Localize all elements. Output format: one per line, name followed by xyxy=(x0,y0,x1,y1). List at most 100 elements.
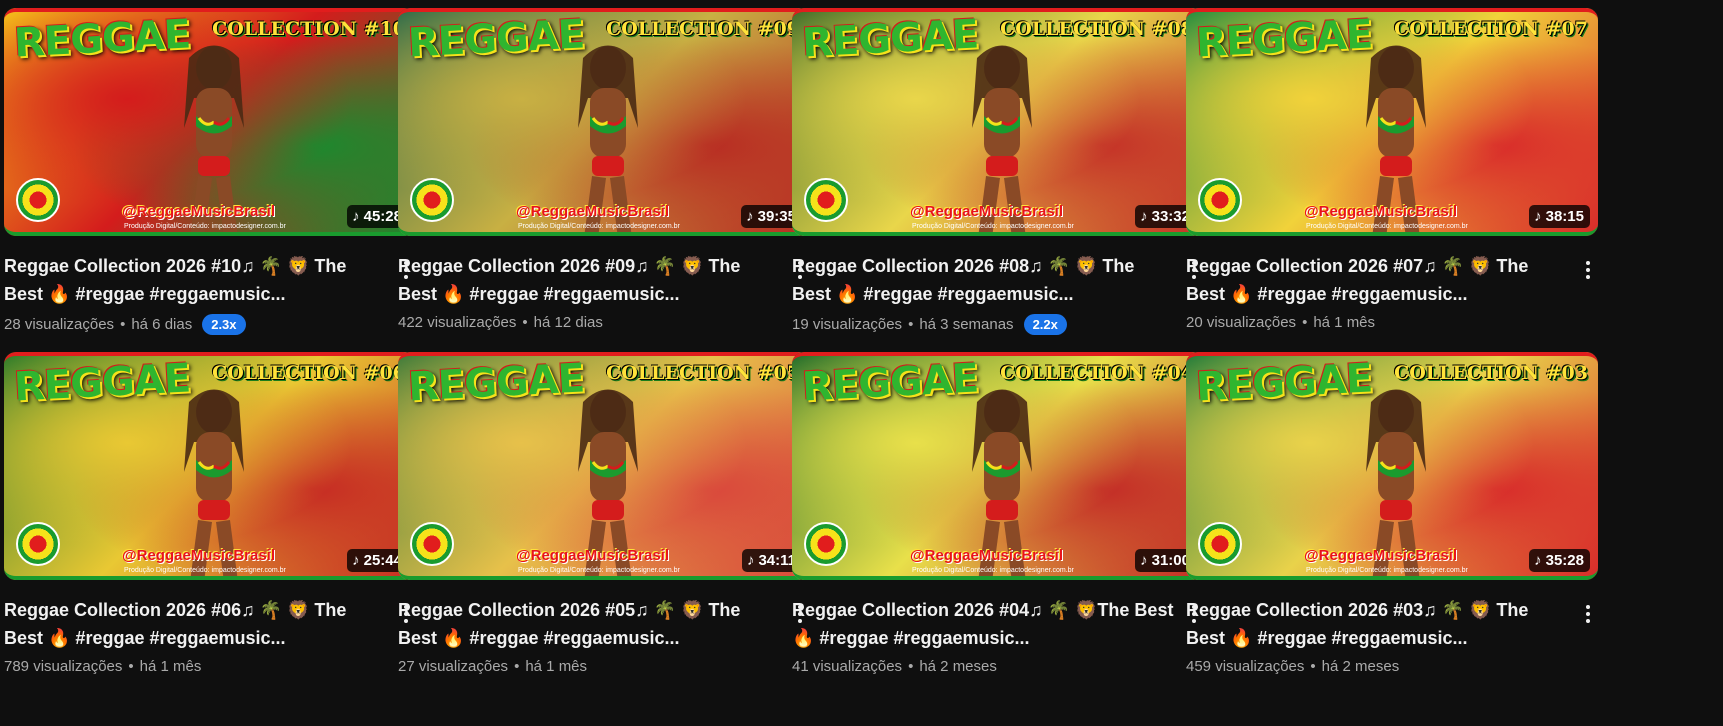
video-title[interactable]: Reggae Collection 2026 #04♫ 🌴 🦁The Best … xyxy=(792,596,1176,652)
video-title[interactable]: Reggae Collection 2026 #09♫ 🌴 🦁 The Best… xyxy=(398,252,782,308)
separator-dot: • xyxy=(1310,658,1316,675)
reggae-logo: REGGAE xyxy=(12,355,192,411)
video-title[interactable]: Reggae Collection 2026 #10♫ 🌴 🦁 The Best… xyxy=(4,252,388,308)
upload-age: há 1 mês xyxy=(525,658,588,675)
credit-watermark: Produção Digital/Conteúdo: impactodesign… xyxy=(124,223,286,230)
video-thumbnail[interactable]: REGGAE COLLECTION #09 @ReggaeMusicBrasil… xyxy=(398,8,810,236)
music-note-icon: ♪ xyxy=(1140,208,1148,225)
video-card-6: REGGAE COLLECTION #05 @ReggaeMusicBrasil… xyxy=(398,352,810,675)
music-note-icon: ♪ xyxy=(352,552,360,569)
duration-badge: ♪ 35:28 xyxy=(1529,549,1590,572)
reggae-logo: REGGAE xyxy=(1194,11,1374,67)
channel-watermark: @ReggaeMusicBrasil xyxy=(516,203,670,220)
video-title[interactable]: Reggae Collection 2026 #03♫ 🌴 🦁 The Best… xyxy=(1186,596,1570,652)
duration-text: 35:28 xyxy=(1545,552,1584,569)
collection-tag: COLLECTION #09 xyxy=(606,18,800,40)
video-card-8: REGGAE COLLECTION #03 @ReggaeMusicBrasil… xyxy=(1186,352,1598,675)
video-card-3: REGGAE COLLECTION #08 @ReggaeMusicBrasil… xyxy=(792,8,1204,335)
video-thumbnail[interactable]: REGGAE COLLECTION #03 @ReggaeMusicBrasil… xyxy=(1186,352,1598,580)
video-thumbnail[interactable]: REGGAE COLLECTION #10 @ReggaeMusicBrasil… xyxy=(4,8,416,236)
video-card-7: REGGAE COLLECTION #04 @ReggaeMusicBrasil… xyxy=(792,352,1204,675)
channel-badge-icon xyxy=(1198,522,1242,566)
duration-text: 31:00 xyxy=(1151,552,1190,569)
performance-badge: 2.2x xyxy=(1023,314,1067,335)
upload-age: há 3 semanas xyxy=(919,316,1014,333)
separator-dot: • xyxy=(522,314,528,331)
collection-tag: COLLECTION #06 xyxy=(212,362,406,384)
video-card-5: REGGAE COLLECTION #06 @ReggaeMusicBrasil… xyxy=(4,352,416,675)
upload-age: há 6 dias xyxy=(131,316,193,333)
separator-dot: • xyxy=(908,658,914,675)
channel-badge-icon xyxy=(804,178,848,222)
video-title[interactable]: Reggae Collection 2026 #08♫ 🌴 🦁 The Best… xyxy=(792,252,1176,308)
reggae-logo: REGGAE xyxy=(800,355,980,411)
collection-tag: COLLECTION #03 xyxy=(1394,362,1588,384)
music-note-icon: ♪ xyxy=(352,208,360,225)
video-title[interactable]: Reggae Collection 2026 #07♫ 🌴 🦁 The Best… xyxy=(1186,252,1570,308)
video-meta: Reggae Collection 2026 #07♫ 🌴 🦁 The Best… xyxy=(1186,252,1598,331)
video-meta: Reggae Collection 2026 #10♫ 🌴 🦁 The Best… xyxy=(4,252,416,335)
video-stats: 422 visualizações • há 12 dias xyxy=(398,314,782,331)
video-title[interactable]: Reggae Collection 2026 #06♫ 🌴 🦁 The Best… xyxy=(4,596,388,652)
channel-watermark: @ReggaeMusicBrasil xyxy=(910,203,1064,220)
upload-age: há 2 meses xyxy=(1321,658,1400,675)
channel-badge-icon xyxy=(1198,178,1242,222)
vertical-dots-icon[interactable] xyxy=(1578,600,1598,628)
video-title[interactable]: Reggae Collection 2026 #05♫ 🌴 🦁 The Best… xyxy=(398,596,782,652)
view-count: 20 visualizações xyxy=(1186,314,1297,331)
channel-watermark: @ReggaeMusicBrasil xyxy=(122,203,276,220)
vertical-dots-icon[interactable] xyxy=(1578,256,1598,284)
music-note-icon: ♪ xyxy=(746,552,755,569)
duration-text: 39:35 xyxy=(757,208,796,225)
view-count: 19 visualizações xyxy=(792,316,903,333)
video-thumbnail[interactable]: REGGAE COLLECTION #07 @ReggaeMusicBrasil… xyxy=(1186,8,1598,236)
video-card-4: REGGAE COLLECTION #07 @ReggaeMusicBrasil… xyxy=(1186,8,1598,331)
video-meta: Reggae Collection 2026 #04♫ 🌴 🦁The Best … xyxy=(792,596,1204,675)
video-stats: 459 visualizações • há 2 meses xyxy=(1186,658,1570,675)
duration-badge: ♪ 38:15 xyxy=(1529,205,1590,228)
separator-dot: • xyxy=(908,316,914,333)
music-note-icon: ♪ xyxy=(1534,208,1542,225)
video-stats: 27 visualizações • há 1 mês xyxy=(398,658,782,675)
separator-dot: • xyxy=(120,316,126,333)
channel-watermark: @ReggaeMusicBrasil xyxy=(122,547,276,564)
channel-watermark: @ReggaeMusicBrasil xyxy=(1304,203,1458,220)
view-count: 422 visualizações xyxy=(398,314,517,331)
video-meta: Reggae Collection 2026 #03♫ 🌴 🦁 The Best… xyxy=(1186,596,1598,675)
upload-age: há 2 meses xyxy=(919,658,997,675)
video-stats: 789 visualizações • há 1 mês xyxy=(4,658,388,675)
video-card-1: REGGAE COLLECTION #10 @ReggaeMusicBrasil… xyxy=(4,8,416,335)
channel-badge-icon xyxy=(16,522,60,566)
music-note-icon: ♪ xyxy=(746,208,754,225)
video-thumbnail[interactable]: REGGAE COLLECTION #06 @ReggaeMusicBrasil… xyxy=(4,352,416,580)
reggae-logo: REGGAE xyxy=(406,355,586,411)
video-thumbnail[interactable]: REGGAE COLLECTION #08 @ReggaeMusicBrasil… xyxy=(792,8,1204,236)
credit-watermark: Produção Digital/Conteúdo: impactodesign… xyxy=(912,567,1074,574)
duration-text: 45:28 xyxy=(363,208,402,225)
video-meta: Reggae Collection 2026 #09♫ 🌴 🦁 The Best… xyxy=(398,252,810,331)
video-thumbnail[interactable]: REGGAE COLLECTION #05 @ReggaeMusicBrasil… xyxy=(398,352,810,580)
credit-watermark: Produção Digital/Conteúdo: impactodesign… xyxy=(1306,567,1468,574)
separator-dot: • xyxy=(128,658,134,675)
credit-watermark: Produção Digital/Conteúdo: impactodesign… xyxy=(912,223,1074,230)
music-note-icon: ♪ xyxy=(1140,552,1148,569)
upload-age: há 1 mês xyxy=(139,658,202,675)
view-count: 459 visualizações xyxy=(1186,658,1305,675)
reggae-logo: REGGAE xyxy=(800,11,980,67)
video-meta: Reggae Collection 2026 #06♫ 🌴 🦁 The Best… xyxy=(4,596,416,675)
reggae-logo: REGGAE xyxy=(406,11,586,67)
duration-text: 25:44 xyxy=(363,552,402,569)
channel-badge-icon xyxy=(410,178,454,222)
video-card-2: REGGAE COLLECTION #09 @ReggaeMusicBrasil… xyxy=(398,8,810,331)
channel-watermark: @ReggaeMusicBrasil xyxy=(1304,547,1458,564)
video-grid: REGGAE COLLECTION #10 @ReggaeMusicBrasil… xyxy=(0,0,1723,726)
video-thumbnail[interactable]: REGGAE COLLECTION #04 @ReggaeMusicBrasil… xyxy=(792,352,1204,580)
channel-watermark: @ReggaeMusicBrasil xyxy=(516,547,670,564)
performance-badge: 2.3x xyxy=(202,314,246,335)
credit-watermark: Produção Digital/Conteúdo: impactodesign… xyxy=(518,223,680,230)
view-count: 28 visualizações xyxy=(4,316,115,333)
reggae-logo: REGGAE xyxy=(12,11,192,67)
collection-tag: COLLECTION #05 xyxy=(606,362,800,384)
upload-age: há 12 dias xyxy=(533,314,603,331)
view-count: 27 visualizações xyxy=(398,658,509,675)
